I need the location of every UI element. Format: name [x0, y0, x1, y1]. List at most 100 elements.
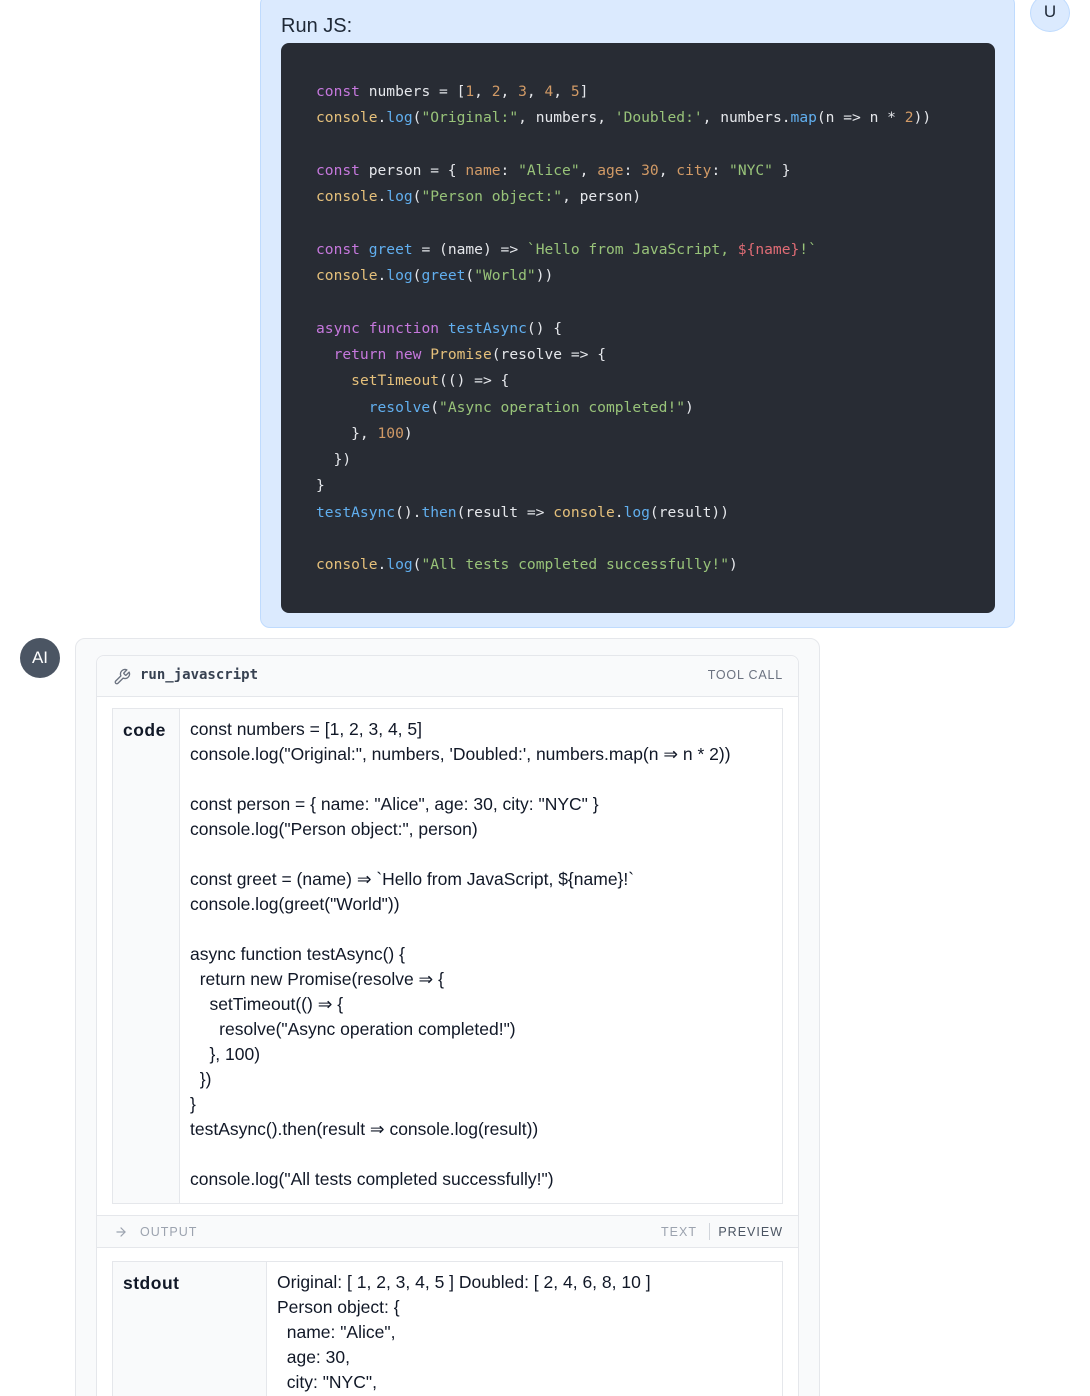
code-line: const person = { name: "Alice", age: 30,… [316, 158, 995, 184]
code-token: : [500, 161, 519, 179]
code-token: }, [316, 424, 378, 442]
tool-call-badge: TOOL CALL [707, 668, 783, 682]
code-token: ( [430, 398, 440, 416]
code-token: greet [421, 267, 466, 285]
code-token: , [500, 83, 519, 100]
argument-value-line [190, 1142, 776, 1167]
output-label: OUTPUT [140, 1225, 198, 1239]
output-mode-divider [709, 1223, 710, 1240]
code-line: async function testAsync() { [316, 316, 995, 342]
code-token: (() => { [439, 372, 510, 390]
code-token: , person) [562, 188, 642, 206]
code-token: name [465, 161, 501, 179]
code-token: "NYC" [729, 161, 773, 179]
code-line: console.log(greet("World")) [316, 263, 995, 289]
code-token: console [316, 188, 378, 206]
code-line: resolve("Async operation completed!") [316, 395, 995, 421]
code-line: const numbers = [1, 2, 3, 4, 5] [316, 79, 995, 105]
code-token: )) [913, 109, 932, 127]
code-token: const [316, 161, 360, 179]
code-line: testAsync().then(result => console.log(r… [316, 500, 995, 526]
code-token: . [377, 188, 387, 206]
argument-value-line: testAsync().then(result ⇒ console.log(re… [190, 1119, 539, 1139]
code-token: greet [368, 240, 413, 258]
code-token: , [553, 83, 571, 100]
output-value-line: city: "NYC", [277, 1372, 377, 1392]
code-token: 2 [904, 109, 914, 127]
code-token: . [377, 267, 387, 285]
code-token: const [316, 240, 360, 258]
code-token: !` [799, 240, 817, 258]
argument-value-line [190, 767, 776, 792]
code-token: log [386, 556, 413, 574]
argument-value-line: const numbers = [1, 2, 3, 4, 5] [190, 719, 423, 739]
code-token: log [386, 267, 413, 285]
code-token: (n => n * [816, 109, 905, 127]
argument-value-line: return new Promise(resolve ⇒ { [190, 969, 444, 989]
code-token: Promise [430, 345, 492, 363]
code-token: , numbers, [518, 109, 615, 127]
code-token: "Original:" [421, 109, 519, 127]
code-token: const [316, 83, 360, 100]
code-token: "Alice" [518, 161, 580, 179]
argument-key-label: code [123, 720, 166, 740]
code-block[interactable]: const numbers = [1, 2, 3, 4, 5] console.l… [281, 43, 995, 613]
code-token: . [377, 556, 387, 574]
code-token: log [386, 188, 413, 206]
code-line: } [316, 473, 995, 499]
code-token: , [658, 161, 677, 179]
output-mode-preview-toggle[interactable]: PREVIEW [718, 1225, 783, 1239]
output-value-line: name: "Alice", [277, 1322, 396, 1342]
output-value-line: age: 30, [277, 1347, 350, 1367]
ai-message-bubble: run_javascript TOOL CALL code const numb… [75, 638, 820, 1396]
user-avatar: U [1030, 0, 1070, 32]
code-token: console [316, 267, 378, 285]
code-token: 2 [491, 83, 501, 100]
code-line: return new Promise(resolve => { [316, 342, 995, 368]
code-token: (result => [456, 503, 554, 521]
argument-value-line: }, 100) [190, 1044, 261, 1064]
code-line: console.log("Original:", numbers, 'Doubl… [316, 105, 995, 131]
user-message-bubble: Run JS: const numbers = [1, 2, 3, 4, 5] c… [260, 0, 1015, 628]
code-token: return [333, 345, 387, 363]
argument-value-line: const person = { name: "Alice", age: 30,… [190, 794, 599, 814]
code-token: 5 [570, 83, 580, 100]
code-token: function [368, 319, 440, 337]
code-token: async [316, 319, 360, 337]
code-token: , [526, 83, 545, 100]
code-token: 1 [465, 83, 475, 100]
tool-call-card: run_javascript TOOL CALL code const numb… [96, 655, 799, 1396]
code-token: = (name) => [412, 240, 527, 258]
output-mode-text-toggle[interactable]: TEXT [661, 1225, 697, 1239]
code-token: : [711, 161, 730, 179]
code-token: )) [535, 267, 554, 285]
code-token: 100 [377, 424, 404, 442]
argument-value-line: console.log("Original:", numbers, 'Doubl… [190, 744, 731, 764]
code-token: map [790, 109, 817, 127]
code-token: () { [526, 319, 563, 337]
code-token: console [316, 109, 378, 127]
code-token: } [316, 477, 325, 495]
code-token: 'Doubled:' [614, 109, 703, 127]
code-token: ) [729, 556, 738, 574]
output-value-line: Original: [ 1, 2, 3, 4, 5 ] Doubled: [ 2… [277, 1272, 651, 1292]
code-token: }) [316, 451, 352, 469]
code-token: ${name} [737, 240, 800, 258]
code-token: : [623, 161, 642, 179]
code-token: setTimeout [351, 372, 440, 390]
tool-call-header[interactable]: run_javascript TOOL CALL [97, 656, 798, 697]
code-line: }, 100) [316, 421, 995, 447]
arrow-right-icon [116, 1227, 126, 1237]
output-value-line: Person object: { [277, 1297, 400, 1317]
code-line: setTimeout(() => { [316, 368, 995, 394]
code-token: new [395, 345, 422, 363]
output-key-cell: stdout [113, 1262, 267, 1396]
